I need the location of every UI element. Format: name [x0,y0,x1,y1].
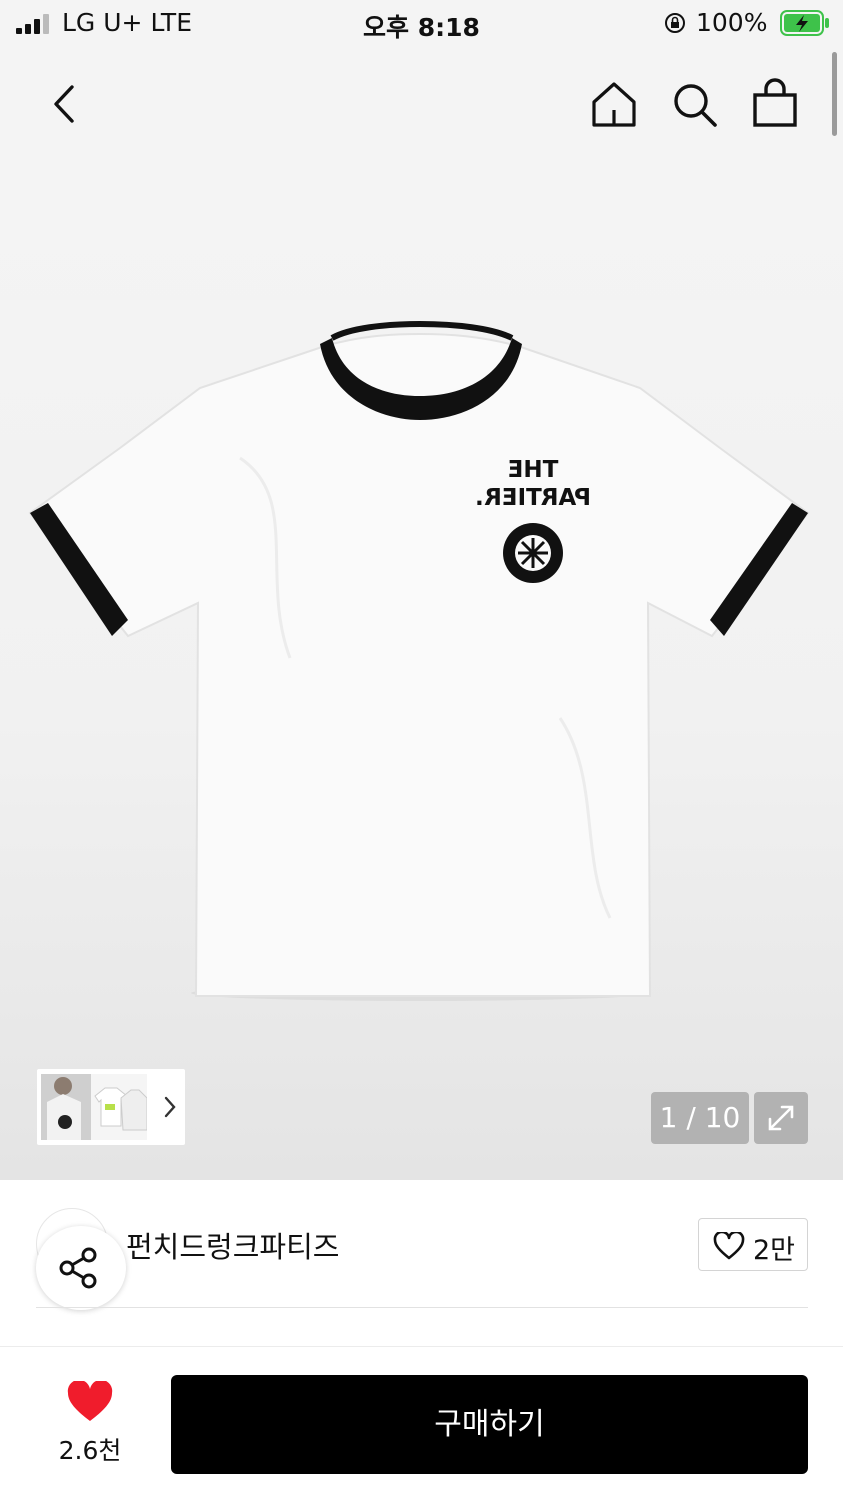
thumbnail-strip[interactable] [37,1069,185,1145]
battery-percent: 100% [696,8,768,37]
brand-row: 펀치드렁크파티즈 2만 [0,1180,843,1310]
chevron-right-icon[interactable] [163,1095,177,1119]
print-line-2: PARTIER. [474,485,592,511]
back-icon[interactable] [50,84,78,124]
buy-button[interactable]: 구매하기 [171,1375,808,1474]
home-icon[interactable] [590,80,638,128]
brand-like-count: 2만 [753,1235,796,1266]
search-icon[interactable] [672,82,718,128]
divider [36,1307,808,1308]
scrollbar[interactable] [832,52,837,136]
print-line-1: THE [507,457,559,483]
heart-outline-icon [713,1232,745,1260]
bottom-bar: 2.6천 구매하기 [0,1346,843,1500]
share-button[interactable] [36,1226,126,1310]
expand-icon [768,1105,794,1131]
shopping-bag-icon[interactable] [752,78,798,128]
battery-icon [780,10,829,36]
product-image[interactable]: THE PARTIER. 1 / 10 [0,158,843,1180]
rotation-lock-icon [665,13,685,33]
heart-filled-icon[interactable] [66,1381,114,1423]
product-like-count: 2.6천 [58,1436,122,1465]
brand-like-button[interactable]: 2만 [698,1218,808,1271]
brand-name[interactable]: 펀치드렁크파티즈 [126,1224,339,1266]
image-counter: 1 / 10 [651,1092,749,1144]
shirt-print-text: THE PARTIER. [472,456,594,512]
share-icon [59,1247,97,1289]
status-bar: LG U+ LTE 오후 8:18 100% [0,0,843,48]
expand-button[interactable] [754,1092,808,1144]
top-nav [0,48,843,158]
thumbnail-model[interactable] [41,1074,97,1140]
thumbnail-shirts[interactable] [91,1074,147,1140]
tshirt-image [28,320,810,1001]
